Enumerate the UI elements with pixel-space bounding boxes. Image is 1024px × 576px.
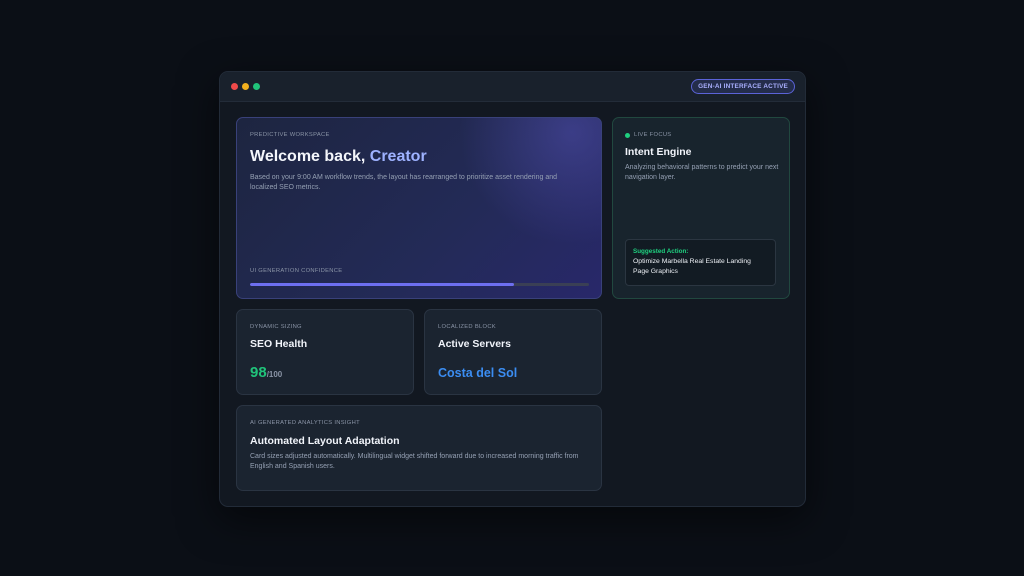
insight-description: Card sizes adjusted automatically. Multi… xyxy=(250,453,579,471)
intent-engine-card: LIVE FOCUS Intent Engine Analyzing behav… xyxy=(612,117,790,299)
seo-score-max: /100 xyxy=(266,370,283,379)
maximize-window-button[interactable] xyxy=(253,83,260,90)
analytics-insight-card: AI GENERATED ANALYTICS INSIGHT Automated… xyxy=(236,405,602,491)
seo-score: 98/100 xyxy=(250,364,282,382)
active-servers-card: LOCALIZED BLOCK Active Servers Costa del… xyxy=(424,309,602,395)
close-window-button[interactable] xyxy=(231,83,238,90)
greeting-prefix: Welcome back, xyxy=(250,148,366,165)
predictive-workspace-card: PREDICTIVE WORKSPACE Welcome back, Creat… xyxy=(236,117,602,299)
suggested-action-text: Optimize Marbella Real Estate Landing Pa… xyxy=(633,258,751,275)
server-region: Costa del Sol xyxy=(438,366,518,380)
confidence-progress-bar xyxy=(250,283,589,286)
status-badge: GEN-AI INTERFACE ACTIVE xyxy=(691,79,795,94)
confidence-label: UI GENERATION CONFIDENCE xyxy=(250,268,343,274)
seo-health-card: DYNAMIC SIZING SEO Health 98/100 xyxy=(236,309,414,395)
card-title: SEO Health xyxy=(250,338,308,350)
card-title: Automated Layout Adaptation xyxy=(250,435,400,447)
greeting-name: Creator xyxy=(369,148,427,165)
live-focus-indicator: LIVE FOCUS xyxy=(625,132,671,138)
suggested-action-label: Suggested Action: xyxy=(633,248,689,255)
card-label: LIVE FOCUS xyxy=(634,132,672,138)
intent-description: Analyzing behavioral patterns to predict… xyxy=(625,164,779,182)
welcome-heading: Welcome back, Creator xyxy=(250,148,427,166)
workspace-description: Based on your 9:00 AM workflow trends, t… xyxy=(250,174,558,192)
card-label: DYNAMIC SIZING xyxy=(250,324,302,330)
card-label: PREDICTIVE WORKSPACE xyxy=(250,132,330,138)
card-label: AI GENERATED ANALYTICS INSIGHT xyxy=(250,420,360,426)
seo-score-value: 98 xyxy=(250,364,267,381)
card-title: Intent Engine xyxy=(625,146,692,158)
app-window: GEN-AI INTERFACE ACTIVE PREDICTIVE WORKS… xyxy=(219,71,806,507)
live-dot-icon xyxy=(625,132,630,138)
title-bar: GEN-AI INTERFACE ACTIVE xyxy=(220,72,805,102)
confidence-progress-fill xyxy=(250,283,515,286)
suggested-action[interactable]: Suggested Action: Optimize Marbella Real… xyxy=(625,239,776,286)
card-label: LOCALIZED BLOCK xyxy=(438,324,496,330)
minimize-window-button[interactable] xyxy=(242,83,249,90)
card-title: Active Servers xyxy=(438,338,511,350)
